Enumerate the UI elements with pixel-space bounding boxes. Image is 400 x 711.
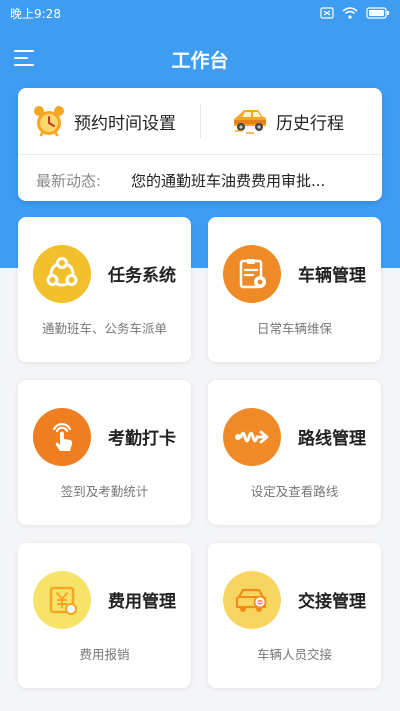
tile-description: 设定及查看路线 [250, 484, 339, 499]
route-icon [223, 408, 281, 466]
vehicle-management-tile[interactable]: 车辆管理 日常车辆维保 [208, 217, 381, 362]
tile-title: 考勤打卡 [108, 429, 176, 449]
tile-title: 任务系统 [108, 266, 176, 286]
latest-news[interactable]: 最新动态: 您的通勤班车油费费用审批... [36, 170, 368, 191]
appointment-time-button[interactable]: 预约时间设置 [32, 100, 176, 142]
tile-title: 交接管理 [298, 592, 366, 612]
tile-description: 签到及考勤统计 [60, 484, 149, 499]
tile-description: 费用报销 [79, 647, 130, 662]
vehicle-doc-icon [223, 245, 281, 303]
touch-hand-icon [33, 408, 91, 466]
expense-management-tile[interactable]: 费用管理 费用报销 [18, 543, 191, 688]
page-title: 工作台 [171, 50, 229, 72]
wifi-icon [342, 7, 358, 19]
appointment-time-label: 预约时间设置 [74, 113, 176, 134]
tile-description: 车辆人员交接 [256, 647, 332, 662]
quick-actions-card: 预约时间设置 历史行程 最新动态: 您的通勤班车油费费用审批... [18, 88, 382, 201]
status-bar: 晚上9:28 [0, 0, 400, 26]
yen-wallet-icon [33, 571, 91, 629]
notification-icon [320, 7, 334, 19]
attendance-tile[interactable]: 考勤打卡 签到及考勤统计 [18, 380, 191, 525]
divider [18, 154, 382, 155]
alarm-clock-icon [34, 106, 64, 137]
status-time: 晚上9:28 [10, 6, 61, 21]
trip-history-button[interactable]: 历史行程 [232, 100, 344, 142]
news-label: 最新动态: [36, 172, 102, 190]
tile-title: 路线管理 [298, 429, 366, 449]
battery-icon [366, 7, 389, 19]
trip-history-label: 历史行程 [276, 113, 344, 134]
tile-description: 日常车辆维保 [256, 321, 332, 336]
news-text: 您的通勤班车油费费用审批... [131, 172, 326, 190]
divider [200, 104, 201, 138]
network-icon [33, 245, 91, 303]
route-management-tile[interactable]: 路线管理 设定及查看路线 [208, 380, 381, 525]
app-header: 工作台 [0, 40, 400, 76]
car-icon [234, 110, 266, 134]
tile-title: 车辆管理 [298, 266, 366, 286]
car-swap-icon [223, 571, 281, 629]
handover-management-tile[interactable]: 交接管理 车辆人员交接 [208, 543, 381, 688]
tile-title: 费用管理 [108, 592, 176, 612]
task-system-tile[interactable]: 任务系统 通勤班车、公务车派单 [18, 217, 191, 362]
tile-description: 通勤班车、公务车派单 [41, 321, 167, 336]
